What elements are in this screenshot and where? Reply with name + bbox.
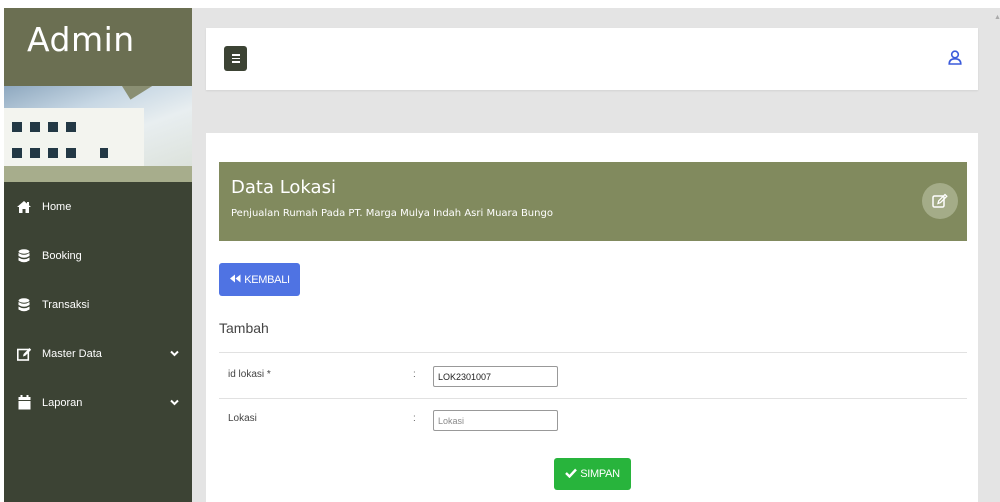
divider: [219, 398, 967, 399]
user-icon[interactable]: [948, 50, 962, 70]
content-card: Data Lokasi Penjualan Rumah Pada PT. Mar…: [206, 133, 978, 502]
field-label-id-lokasi: id lokasi *: [228, 369, 271, 380]
sidebar-item-booking[interactable]: Booking: [4, 231, 192, 280]
field-separator: :: [413, 413, 416, 424]
save-button-label: SIMPAN: [580, 468, 620, 480]
home-icon: [15, 199, 33, 215]
sidebar-brand[interactable]: Admin: [4, 8, 192, 86]
topbar: [206, 28, 978, 90]
sidebar-nav: Home Booking Transaksi Master Data Lapor…: [4, 182, 192, 427]
page-title: Data Lokasi: [231, 177, 336, 198]
chevron-down-icon: [170, 397, 179, 409]
save-button[interactable]: SIMPAN: [554, 458, 631, 490]
sidebar-item-label: Master Data: [42, 347, 102, 360]
edit-icon: [15, 346, 33, 362]
field-label-lokasi: Lokasi: [228, 413, 257, 424]
sidebar-item-master-data[interactable]: Master Data: [4, 329, 192, 378]
chevron-down-icon: [170, 348, 179, 360]
divider: [219, 352, 967, 353]
sidebar: Admin Home Booking Transaksi Master Data…: [4, 8, 192, 502]
brand-title: Admin: [27, 20, 135, 59]
hamburger-icon[interactable]: [224, 46, 247, 71]
backward-icon: [229, 274, 241, 286]
page-subtitle: Penjualan Rumah Pada PT. Marga Mulya Ind…: [231, 208, 553, 219]
page-header: Data Lokasi Penjualan Rumah Pada PT. Mar…: [219, 162, 967, 241]
sidebar-item-label: Home: [42, 200, 72, 213]
edit-icon: [922, 183, 958, 219]
field-separator: :: [413, 369, 416, 380]
database-icon: [15, 248, 33, 264]
sidebar-item-home[interactable]: Home: [4, 182, 192, 231]
window-top-border: [0, 0, 1000, 8]
scrollbar-arrow-icon[interactable]: ▲: [994, 14, 1000, 21]
sidebar-item-laporan[interactable]: Laporan: [4, 378, 192, 427]
sidebar-item-label: Laporan: [42, 396, 83, 409]
lokasi-input[interactable]: [433, 410, 558, 431]
id-lokasi-input[interactable]: [433, 366, 558, 387]
back-button-label: KEMBALI: [244, 273, 290, 286]
check-icon: [565, 468, 578, 481]
sidebar-item-label: Transaksi: [42, 298, 90, 311]
database-icon: [15, 297, 33, 313]
back-button[interactable]: KEMBALI: [219, 263, 300, 296]
sidebar-item-transaksi[interactable]: Transaksi: [4, 280, 192, 329]
sidebar-banner-image: [4, 86, 192, 182]
calendar-icon: [15, 395, 33, 411]
form-title: Tambah: [219, 320, 269, 336]
sidebar-item-label: Booking: [42, 249, 82, 262]
